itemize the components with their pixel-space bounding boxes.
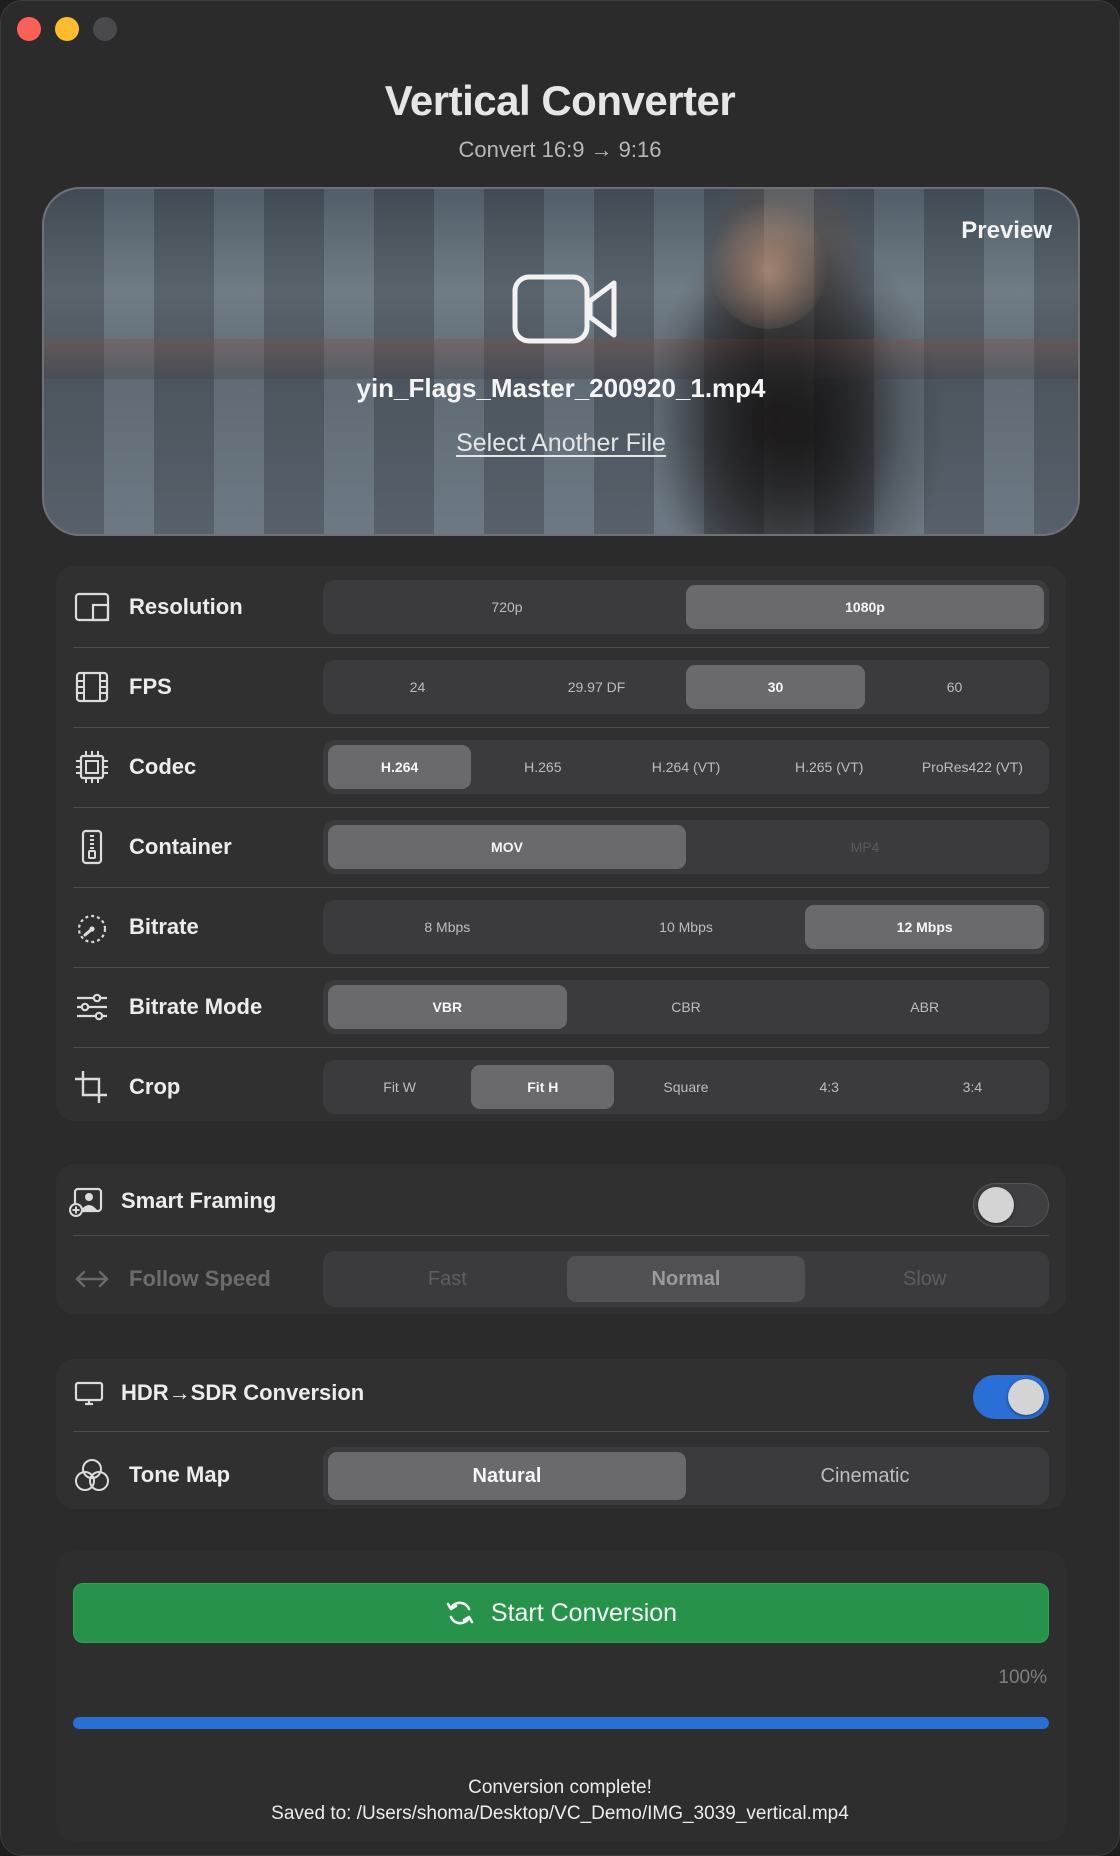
sliders-icon (77, 993, 107, 1021)
tone-map-option[interactable]: Cinematic (686, 1452, 1044, 1500)
crop-option[interactable]: 3:4 (901, 1065, 1044, 1109)
select-another-file-link[interactable]: Select Another File (44, 429, 1078, 458)
fps-option[interactable]: 24 (328, 665, 507, 709)
refresh-icon (446, 1601, 474, 1625)
start-conversion-button[interactable]: Start Conversion (73, 1583, 1049, 1643)
start-conversion-label: Start Conversion (490, 1598, 678, 1627)
zoom-window-button[interactable] (93, 17, 117, 41)
bitrate-label: Bitrate (129, 914, 199, 939)
smart-framing-row: Smart Framing (69, 1161, 1049, 1241)
person-frame-icon (69, 1187, 103, 1217)
codec-option[interactable]: H.264 (VT) (614, 745, 757, 789)
video-preview[interactable]: Preview yin_Flags_Master_200920_1.mp4 Se… (42, 187, 1080, 536)
codec-option[interactable]: H.264 (328, 745, 472, 789)
bitrate-mode-row: Bitrate Mode VBR CBR ABR (73, 967, 1049, 1047)
tone-map-option[interactable]: Natural (328, 1452, 686, 1500)
crop-segmented-control: Fit W Fit H Square 4:3 3:4 (323, 1060, 1049, 1114)
follow-speed-segmented-control: Fast Normal Slow (323, 1251, 1049, 1307)
resolution-label: Resolution (129, 594, 243, 619)
crop-label: Crop (129, 1074, 181, 1099)
hdr-label: HDR→SDR Conversion (121, 1380, 365, 1405)
hdr-row: HDR→SDR Conversion (73, 1353, 1049, 1433)
resolution-icon (74, 592, 110, 622)
codec-row: Codec H.264 H.265 H.264 (VT) H.265 (VT) ProR… (73, 727, 1049, 807)
codec-segmented-control: H.264 H.265 H.264 (VT) H.265 (VT) ProRes422 … (323, 740, 1049, 794)
crop-option[interactable]: Square (614, 1065, 757, 1109)
status-message: Conversion complete! Saved to: /Users/sh… (1, 1775, 1119, 1827)
bitrate-segmented-control: 8 Mbps 10 Mbps 12 Mbps (323, 900, 1049, 954)
follow-speed-row: Follow Speed Fast Normal Slow (73, 1239, 1049, 1319)
fps-segmented-control: 24 29.97 DF 30 60 (323, 660, 1049, 714)
film-icon (75, 671, 109, 703)
monitor-icon (74, 1381, 104, 1406)
crop-row: Crop Fit W Fit H Square 4:3 3:4 (73, 1047, 1049, 1127)
follow-speed-option[interactable]: Slow (805, 1256, 1044, 1302)
codec-option[interactable]: ProRes422 (VT) (901, 745, 1044, 789)
tone-map-row: Tone Map Natural Cinematic (73, 1435, 1049, 1515)
follow-speed-option[interactable]: Normal (566, 1256, 806, 1302)
bitrate-option[interactable]: 12 Mbps (805, 905, 1045, 949)
horizontal-arrows-icon (75, 1270, 109, 1288)
codec-option[interactable]: H.265 (471, 745, 614, 789)
app-subtitle: Convert 16:9 → 9:16 (458, 137, 662, 162)
tone-map-label: Tone Map (129, 1462, 231, 1487)
color-circles-icon (75, 1459, 109, 1491)
follow-speed-label: Follow Speed (129, 1266, 271, 1291)
container-label: Container (129, 834, 232, 859)
fps-row: FPS 24 29.97 DF 30 60 (73, 647, 1049, 727)
app-title: Vertical Converter (384, 77, 736, 124)
bitrate-mode-option[interactable]: ABR (805, 985, 1044, 1029)
toggle-knob (978, 1187, 1014, 1223)
gauge-icon (77, 914, 107, 944)
container-row: Container MOV MP4 (73, 807, 1049, 887)
follow-speed-option[interactable]: Fast (328, 1256, 567, 1302)
container-option[interactable]: MOV (328, 825, 686, 869)
tone-map-segmented-control: Natural Cinematic (323, 1447, 1049, 1505)
codec-label: Codec (129, 754, 197, 779)
fps-option[interactable]: 60 (865, 665, 1044, 709)
status-line-complete: Conversion complete! (468, 1777, 652, 1798)
progress-bar (73, 1717, 1049, 1729)
status-line-saved-path: Saved to: /Users/shoma/Desktop/VC_Demo/I… (271, 1803, 849, 1824)
bitrate-mode-option[interactable]: CBR (567, 985, 806, 1029)
bitrate-mode-segmented-control: VBR CBR ABR (323, 980, 1049, 1034)
crop-option[interactable]: Fit W (328, 1065, 471, 1109)
bitrate-option[interactable]: 8 Mbps (328, 905, 567, 949)
bitrate-row: Bitrate 8 Mbps 10 Mbps 12 Mbps (73, 887, 1049, 967)
smart-framing-label: Smart Framing (121, 1188, 277, 1213)
toggle-knob (1008, 1379, 1044, 1415)
fps-option[interactable]: 29.97 DF (507, 665, 686, 709)
container-segmented-control: MOV MP4 (323, 820, 1049, 874)
container-option[interactable]: MP4 (686, 825, 1044, 869)
cpu-chip-icon (76, 751, 108, 783)
window-controls (17, 17, 117, 41)
bitrate-option[interactable]: 10 Mbps (567, 905, 806, 949)
crop-option[interactable]: 4:3 (758, 1065, 901, 1109)
close-window-button[interactable] (17, 17, 41, 41)
app-window: Vertical Converter Convert 16:9 → 9:16 P… (0, 0, 1120, 1856)
minimize-window-button[interactable] (55, 17, 79, 41)
video-camera-icon (512, 274, 617, 344)
smart-framing-toggle[interactable] (973, 1183, 1049, 1227)
progress-percent: 100% (998, 1667, 1047, 1688)
preview-label: Preview (961, 217, 1052, 244)
resolution-segmented-control: 720p 1080p (323, 580, 1049, 634)
resolution-row: Resolution 720p 1080p (73, 567, 1049, 647)
fps-label: FPS (129, 674, 172, 699)
file-name: yin_Flags_Master_200920_1.mp4 (356, 373, 766, 403)
progress-fill (73, 1717, 1049, 1729)
bitrate-mode-option[interactable]: VBR (328, 985, 567, 1029)
zip-archive-icon (81, 829, 103, 865)
resolution-option[interactable]: 1080p (686, 585, 1044, 629)
crop-option[interactable]: Fit H (471, 1065, 615, 1109)
fps-option[interactable]: 30 (686, 665, 865, 709)
bitrate-mode-label: Bitrate Mode (129, 994, 263, 1019)
crop-icon (75, 1071, 107, 1103)
resolution-option[interactable]: 720p (328, 585, 686, 629)
codec-option[interactable]: H.265 (VT) (758, 745, 901, 789)
hdr-toggle[interactable] (973, 1375, 1049, 1419)
